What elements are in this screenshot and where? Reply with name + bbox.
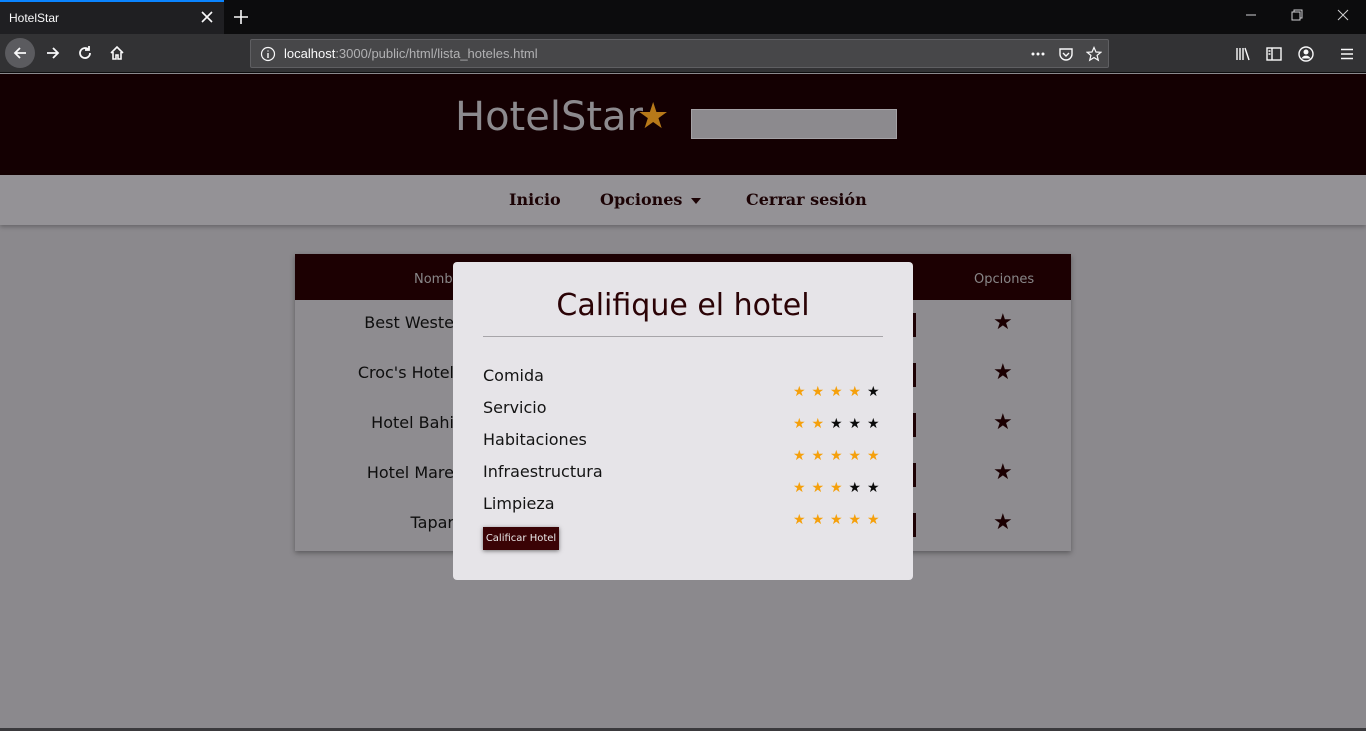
rating-star-icon[interactable]: ★ bbox=[849, 479, 862, 497]
rating-star-icon[interactable]: ★ bbox=[867, 447, 880, 465]
criterion-label-infraestructura: Infraestructura bbox=[483, 462, 603, 481]
rating-star-icon[interactable]: ★ bbox=[849, 415, 862, 433]
criterion-label-servicio: Servicio bbox=[483, 398, 547, 417]
submit-rating-button[interactable]: Calificar Hotel bbox=[483, 527, 559, 550]
rating-star-icon[interactable]: ★ bbox=[867, 511, 880, 529]
url-bar[interactable]: localhost:3000/public/html/lista_hoteles… bbox=[250, 39, 1109, 68]
restore-icon[interactable] bbox=[1290, 8, 1304, 22]
hotel-name: Best Weste bbox=[364, 313, 454, 332]
criterion-label-habitaciones: Habitaciones bbox=[483, 430, 587, 449]
star-rating-habitaciones: ★ ★ ★ ★ ★ bbox=[793, 447, 883, 465]
more-actions-icon[interactable] bbox=[1030, 46, 1046, 62]
star-rating-limpieza: ★ ★ ★ ★ ★ bbox=[793, 511, 883, 529]
minimize-icon[interactable] bbox=[1244, 8, 1258, 22]
logo-star-icon: ★ bbox=[637, 96, 670, 137]
rating-star-icon[interactable]: ★ bbox=[812, 511, 825, 529]
url-path: :3000/public/html/lista_hoteles.html bbox=[335, 46, 538, 61]
menu-item-opciones[interactable]: Opciones bbox=[600, 190, 682, 209]
rating-star-icon[interactable]: ★ bbox=[830, 383, 843, 401]
hotel-name: Hotel Mare bbox=[366, 463, 454, 482]
back-button[interactable] bbox=[5, 38, 35, 68]
url-host: localhost bbox=[284, 46, 336, 61]
hotel-name: Hotel Bahi bbox=[371, 413, 454, 432]
star-rating-infraestructura: ★ ★ ★ ★ ★ bbox=[793, 479, 883, 497]
close-tab-icon[interactable] bbox=[199, 9, 215, 25]
chevron-down-icon[interactable] bbox=[691, 198, 701, 204]
arrow-left-icon bbox=[13, 47, 26, 59]
rating-star-icon[interactable]: ★ bbox=[793, 511, 806, 529]
rating-star-icon[interactable]: ★ bbox=[793, 415, 806, 433]
rating-star-icon[interactable]: ★ bbox=[830, 511, 843, 529]
rate-star-icon[interactable]: ★ bbox=[993, 410, 1013, 435]
library-icon[interactable] bbox=[1234, 45, 1252, 63]
rate-star-icon[interactable]: ★ bbox=[993, 510, 1013, 535]
rating-star-icon[interactable]: ★ bbox=[867, 383, 880, 401]
rating-star-icon[interactable]: ★ bbox=[830, 415, 843, 433]
rating-star-icon[interactable]: ★ bbox=[793, 447, 806, 465]
rating-star-icon[interactable]: ★ bbox=[867, 479, 880, 497]
star-rating-servicio: ★ ★ ★ ★ ★ bbox=[793, 415, 883, 433]
browser-tab-bar: HotelStar bbox=[0, 0, 1366, 34]
rating-star-icon[interactable]: ★ bbox=[793, 479, 806, 497]
rating-star-icon[interactable]: ★ bbox=[793, 383, 806, 401]
sidebar-icon[interactable] bbox=[1265, 45, 1283, 63]
close-window-icon[interactable] bbox=[1336, 8, 1350, 22]
rating-star-icon[interactable]: ★ bbox=[812, 479, 825, 497]
rate-star-icon[interactable]: ★ bbox=[993, 460, 1013, 485]
home-icon bbox=[110, 45, 124, 60]
hotel-name: Croc's Hotel bbox=[357, 363, 454, 382]
column-header-name: Nomb bbox=[414, 272, 453, 287]
rating-star-icon[interactable]: ★ bbox=[830, 479, 843, 497]
rating-star-icon[interactable]: ★ bbox=[830, 447, 843, 465]
rate-star-icon[interactable]: ★ bbox=[993, 310, 1013, 335]
site-logo[interactable]: HotelStar bbox=[455, 94, 643, 140]
criterion-label-comida: Comida bbox=[483, 366, 544, 385]
reload-icon bbox=[79, 46, 91, 59]
rating-star-icon[interactable]: ★ bbox=[812, 447, 825, 465]
hotel-name: Tapar bbox=[410, 513, 454, 532]
modal-title: Califique el hotel bbox=[556, 288, 810, 323]
browser-tab[interactable]: HotelStar bbox=[0, 0, 224, 34]
criterion-label-limpieza: Limpieza bbox=[483, 494, 555, 513]
rating-star-icon[interactable]: ★ bbox=[812, 383, 825, 401]
browser-nav-bar: localhost:3000/public/html/lista_hoteles… bbox=[0, 34, 1366, 73]
rating-star-icon[interactable]: ★ bbox=[867, 415, 880, 433]
arrow-right-icon bbox=[47, 47, 60, 59]
account-icon[interactable] bbox=[1297, 45, 1315, 63]
new-tab-icon[interactable] bbox=[231, 7, 251, 27]
pocket-icon[interactable] bbox=[1058, 46, 1074, 62]
rating-star-icon[interactable]: ★ bbox=[812, 415, 825, 433]
rate-star-icon[interactable]: ★ bbox=[993, 360, 1013, 385]
bookmark-star-icon[interactable] bbox=[1086, 46, 1102, 62]
rating-star-icon[interactable]: ★ bbox=[849, 383, 862, 401]
rating-modal: Califique el hotel Comida Servicio Habit… bbox=[453, 262, 913, 580]
rating-star-icon[interactable]: ★ bbox=[849, 447, 862, 465]
url-text: localhost:3000/public/html/lista_hoteles… bbox=[284, 46, 538, 61]
menu-item-inicio[interactable]: Inicio bbox=[509, 190, 561, 209]
star-rating-comida: ★ ★ ★ ★ ★ bbox=[793, 383, 883, 401]
home-button[interactable] bbox=[102, 38, 132, 68]
forward-button[interactable] bbox=[38, 38, 68, 68]
rating-star-icon[interactable]: ★ bbox=[849, 511, 862, 529]
hamburger-menu-icon[interactable] bbox=[1338, 45, 1356, 63]
main-menu: Inicio Opciones Cerrar sesión bbox=[0, 175, 1366, 225]
reload-button[interactable] bbox=[70, 38, 100, 68]
info-icon[interactable] bbox=[260, 46, 276, 62]
modal-divider bbox=[483, 336, 883, 337]
menu-item-cerrar-sesion[interactable]: Cerrar sesión bbox=[746, 190, 867, 209]
header-search-input[interactable] bbox=[691, 109, 897, 139]
tab-title: HotelStar bbox=[9, 11, 60, 25]
column-header-options: Opciones bbox=[974, 272, 1035, 287]
site-header: HotelStar ★ bbox=[0, 74, 1366, 175]
